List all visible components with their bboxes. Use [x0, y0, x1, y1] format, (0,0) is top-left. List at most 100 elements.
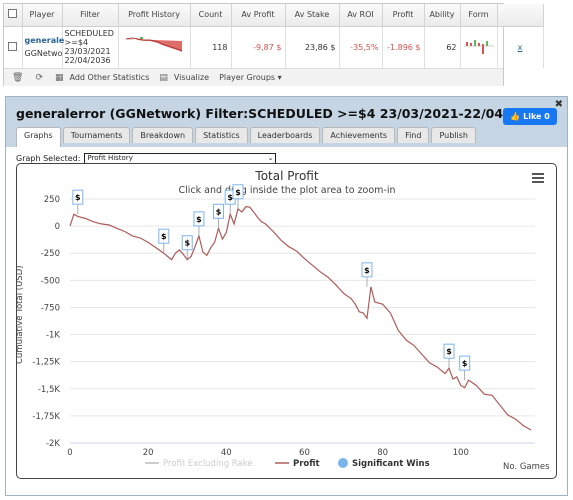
- legend-item-significant-wins[interactable]: Significant Wins: [338, 458, 430, 469]
- series-line-profit[interactable]: [69, 205, 532, 431]
- col-form[interactable]: Form: [460, 4, 498, 27]
- col-player[interactable]: Player: [22, 4, 63, 27]
- player-name-link[interactable]: generale: [25, 36, 65, 45]
- av-profit-value: -9,87 $: [231, 26, 286, 68]
- y-tick-label: -500: [41, 276, 60, 286]
- col-filter[interactable]: Filter: [62, 4, 119, 27]
- caret-down-icon: ▾: [277, 73, 282, 82]
- profit-chart[interactable]: Total Profit Click and drag inside the p…: [16, 163, 557, 479]
- col-profit-history[interactable]: Profit History: [118, 4, 191, 27]
- x-tick-label: 40: [221, 448, 232, 458]
- sparkline-chart: [125, 37, 183, 53]
- col-av-stake[interactable]: Av Stake: [285, 4, 340, 27]
- tab-breakdown[interactable]: Breakdown: [132, 127, 194, 143]
- chart-title: Total Profit: [254, 169, 318, 183]
- row-checkbox[interactable]: [4, 26, 23, 68]
- tab-statistics[interactable]: Statistics: [195, 127, 248, 143]
- filter-cell: SCHEDULED >=$4 23/03/2021 22/04/2036: [62, 26, 119, 68]
- select-all-checkbox[interactable]: [4, 4, 23, 27]
- stats-table: Player Filter Profit History Count Av Pr…: [4, 4, 544, 68]
- filter-line: >=$4: [64, 38, 89, 48]
- significant-win-flag[interactable]: $: [212, 203, 224, 229]
- tab-leaderboards[interactable]: Leaderboards: [249, 127, 321, 143]
- y-tick-label: -1K: [46, 331, 60, 341]
- facebook-like-button[interactable]: 👍 Like 0: [503, 108, 557, 125]
- form-chart: [460, 26, 498, 68]
- col-av-profit[interactable]: Av Profit: [231, 4, 286, 27]
- significant-win-flag-label: $: [364, 266, 370, 275]
- filter-line: 22/04/2036: [64, 56, 111, 66]
- y-axis-title: Cumulative Total (USD): [17, 265, 25, 364]
- form-bars: [463, 40, 494, 55]
- col-av-roi[interactable]: Av ROI: [339, 4, 383, 27]
- tab-bar: Graphs Tournaments Breakdown Statistics …: [16, 127, 476, 147]
- y-tick-label: -750: [41, 303, 60, 313]
- significant-win-flag-label: $: [446, 347, 452, 356]
- legend-label: Significant Wins: [352, 459, 430, 469]
- x-tick-label: 80: [377, 448, 388, 458]
- significant-win-flag[interactable]: $: [72, 189, 84, 215]
- significant-win-flag[interactable]: $: [459, 355, 471, 381]
- checkbox-icon[interactable]: [8, 41, 18, 51]
- significant-win-flag[interactable]: $: [232, 184, 244, 209]
- significant-win-flag[interactable]: $: [158, 228, 170, 254]
- legend-item-profit[interactable]: Profit: [275, 459, 320, 469]
- add-other-statistics-button[interactable]: Add Other Statistics: [70, 73, 150, 82]
- legend-label: Profit: [293, 459, 320, 469]
- x-tick-label: 60: [299, 448, 310, 458]
- y-tick-label: -2K: [46, 439, 60, 449]
- profit-history-sparkline[interactable]: [118, 26, 191, 68]
- chart-menu-icon[interactable]: [532, 173, 544, 183]
- significant-win-flag[interactable]: $: [193, 211, 205, 236]
- visualize-icon[interactable]: ▤: [159, 73, 168, 83]
- trash-icon[interactable]: 🗑: [12, 73, 23, 83]
- window-title: generalerror (GGNetwork) Filter:SCHEDULE…: [16, 106, 543, 121]
- tab-find[interactable]: Find: [397, 127, 430, 143]
- y-tick-label: 250: [44, 195, 60, 205]
- chart-svg[interactable]: Total Profit Click and drag inside the p…: [17, 164, 558, 480]
- tab-tournaments[interactable]: Tournaments: [62, 127, 131, 143]
- chart-grid: [70, 198, 535, 444]
- av-roi-value: -35,5%: [339, 26, 383, 68]
- legend-item-profit-excluding-rake[interactable]: Profit Excluding Rake: [145, 459, 253, 469]
- player-cell: generale GGNetwo: [22, 26, 65, 68]
- x-tick-label: 100: [453, 448, 469, 458]
- remove-player-link[interactable]: x: [518, 43, 523, 52]
- remove-player-cell: x: [497, 26, 544, 68]
- graph-select-value: Profit History: [87, 154, 133, 162]
- player-detail-window: generalerror (GGNetwork) Filter:SCHEDULE…: [5, 96, 568, 496]
- checkbox-icon[interactable]: [8, 9, 18, 19]
- significant-win-flag[interactable]: $: [361, 262, 373, 287]
- ability-value: 62: [424, 26, 461, 68]
- close-icon[interactable]: ✖: [555, 99, 563, 110]
- significant-win-flag-label: $: [235, 188, 241, 197]
- count-value: 118: [190, 26, 232, 68]
- tab-achievements[interactable]: Achievements: [322, 127, 396, 143]
- window-header: generalerror (GGNetwork) Filter:SCHEDULE…: [6, 97, 567, 147]
- table-row: generale GGNetwo SCHEDULED >=$4 23/03/20…: [4, 26, 544, 68]
- significant-wins-flags: $$$$$$$$$$: [72, 184, 471, 381]
- filter-line: SCHEDULED: [64, 29, 114, 39]
- legend-label: Profit Excluding Rake: [163, 459, 253, 469]
- col-count[interactable]: Count: [190, 4, 232, 27]
- tab-publish[interactable]: Publish: [431, 127, 476, 143]
- tab-graphs[interactable]: Graphs: [16, 127, 61, 147]
- add-stats-icon[interactable]: ▦: [55, 73, 64, 83]
- significant-win-flag-label: $: [161, 232, 167, 241]
- refresh-icon[interactable]: ⟳: [35, 73, 43, 83]
- x-tick-label: 0: [67, 448, 72, 458]
- col-profit[interactable]: Profit: [382, 4, 425, 27]
- y-tick-label: -250: [41, 249, 60, 259]
- player-groups-dropdown[interactable]: Player Groups ▾: [219, 73, 282, 82]
- player-network: GGNetwo: [24, 49, 63, 59]
- player-stats-panel: Player Filter Profit History Count Av Pr…: [3, 3, 544, 86]
- significant-win-flag[interactable]: $: [443, 343, 455, 369]
- av-stake-value: 23,86 $: [285, 26, 340, 68]
- stats-header-row: Player Filter Profit History Count Av Pr…: [4, 4, 544, 27]
- chevron-down-icon: ⌄: [267, 154, 274, 162]
- thumbs-up-icon: 👍: [510, 112, 521, 121]
- col-ability[interactable]: Ability: [424, 4, 461, 27]
- visualize-button[interactable]: Visualize: [174, 73, 209, 82]
- chart-legend: Profit Excluding Rake Profit Significant…: [145, 458, 430, 469]
- graph-selected-label: Graph Selected:: [16, 154, 81, 163]
